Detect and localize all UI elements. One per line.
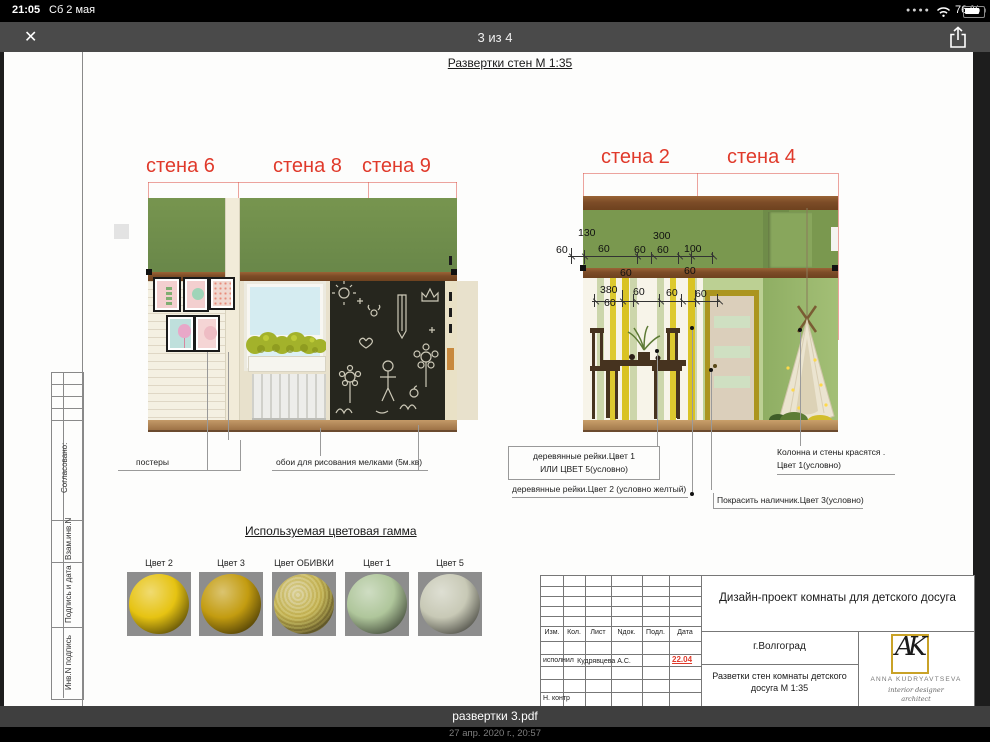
battery-icon — [963, 6, 985, 18]
dim-label: 300 — [653, 230, 671, 242]
dim-label: 130 — [578, 227, 596, 239]
chalkboard-wall — [330, 281, 445, 420]
sheet-title: Развертки стен М 1:35 — [415, 56, 605, 70]
tb-doc-1: Разветки стен комнаты детского — [703, 671, 856, 681]
color-swatch — [199, 572, 263, 636]
dim-label: 60 — [620, 267, 632, 279]
swatch-label: Цвет ОБИВКИ — [272, 558, 336, 568]
dim-label: 60 — [556, 244, 568, 256]
callout-slats1: деревянные рейки.Цвет 1 ИЛИ ЦВЕТ 5(услов… — [508, 446, 660, 480]
wall-label-9: стена 9 — [362, 155, 431, 178]
dim-label: 60 — [684, 265, 696, 277]
tb-date: 22.04 — [672, 655, 692, 664]
designer-logo: AK — [891, 634, 929, 674]
status-date: Сб 2 мая — [49, 4, 95, 16]
cellular-icon: ●●●● — [906, 7, 931, 14]
tb-doc-2: досуга М 1:35 — [703, 683, 856, 693]
logo-name: ANNA KUDRYAVTSEVA — [860, 676, 972, 683]
wall-label-2: стена 2 — [601, 146, 670, 169]
pdf-toolbar: ✕ 3 из 4 — [0, 22, 990, 52]
poster — [209, 277, 235, 310]
door-handle — [713, 364, 717, 368]
dining-set — [588, 314, 700, 422]
poster — [194, 315, 220, 352]
tb-col: Изм. — [541, 629, 563, 636]
hanging-tent — [768, 208, 840, 430]
viewer-left-gutter — [0, 52, 4, 706]
window-sill — [248, 356, 326, 372]
logo-monogram: AK — [895, 632, 921, 662]
tb-executed-by: Кудрявцева А.С. — [567, 658, 641, 665]
tb-col: Дата — [669, 629, 701, 636]
stamp-label: Инв.N подпись — [64, 629, 80, 696]
tb-col: Подл. — [642, 629, 669, 636]
tb-project: Дизайн-проект комнаты для детского досуг… — [703, 592, 972, 604]
wall-label-8: стена 8 — [273, 155, 342, 178]
window-plants — [246, 330, 326, 358]
callout-column: Колонна и стены красятся . Цвет 1(условн… — [777, 446, 895, 475]
color-swatch — [345, 572, 409, 636]
page-artifact — [114, 224, 129, 239]
tb-col: Лист — [585, 629, 611, 636]
wall-label-6: стена 6 — [146, 155, 215, 178]
footer-bar: развертки 3.pdf — [0, 706, 990, 727]
color-swatch — [272, 572, 336, 636]
wall-label-4: стена 4 — [727, 146, 796, 169]
dim-label: 60 — [695, 288, 707, 300]
tb-city: г.Волгоград — [703, 641, 856, 652]
dim-label: 60 — [604, 297, 616, 309]
palette-heading: Используемая цветовая гамма — [245, 524, 417, 538]
dim-label: 380 — [600, 284, 618, 296]
dim-label: 60 — [598, 243, 610, 255]
page-indicator: 3 из 4 — [0, 30, 990, 45]
poster — [153, 277, 181, 312]
clock: 21:05 — [12, 4, 40, 16]
file-timestamp: 27 апр. 2020 г., 20:57 — [0, 727, 990, 739]
title-block: Изм. Кол. Лист Nдок. Подл. Дата исполнил… — [540, 575, 975, 708]
wifi-icon — [936, 6, 951, 17]
dim-label: 100 — [684, 243, 702, 255]
swatch-label: Цвет 1 — [345, 558, 409, 568]
tb-ncontr: Н. контр — [543, 695, 570, 702]
status-bar: 21:05 Сб 2 мая ●●●● 76 % — [0, 0, 990, 22]
tb-col: Кол. — [563, 629, 585, 636]
stamp-label: Подпись и дата — [64, 564, 80, 625]
poster — [166, 315, 195, 352]
color-swatch — [418, 572, 482, 636]
door — [705, 290, 759, 420]
dim-label: 60 — [657, 244, 669, 256]
stamp-label: Взам.инв.N — [64, 522, 80, 560]
stamp-label: Согласовано: — [60, 420, 76, 516]
dim-label: 60 — [633, 286, 645, 298]
footer-meta: 27 апр. 2020 г., 20:57 — [0, 727, 990, 742]
filename: развертки 3.pdf — [0, 706, 990, 723]
radiator — [252, 374, 326, 420]
callout-posters: постеры — [136, 457, 169, 468]
share-icon[interactable] — [948, 26, 968, 49]
screen: 21:05 Сб 2 мая ●●●● 76 % ✕ 3 из 4 — [0, 0, 990, 742]
swatch-label: Цвет 3 — [199, 558, 263, 568]
swatch-label: Цвет 5 — [418, 558, 482, 568]
callout-trim: Покрасить наличник.Цвет 3(условно) — [713, 493, 863, 509]
callout-slats2: деревянные рейки.Цвет 2 (условно желтый) — [512, 484, 688, 498]
dim-label: 60 — [666, 287, 678, 299]
swatch-label: Цвет 2 — [127, 558, 191, 568]
viewer-right-gutter — [973, 52, 990, 706]
color-swatch — [127, 572, 191, 636]
callout-wallpaper: обои для рисования мелками (5м.кв) — [276, 457, 422, 468]
logo-role-2: architect — [860, 695, 972, 703]
tb-col: Nдок. — [611, 629, 642, 636]
elevation-left — [148, 196, 457, 432]
poster — [183, 277, 209, 312]
logo-role-1: interior designer — [860, 686, 972, 694]
